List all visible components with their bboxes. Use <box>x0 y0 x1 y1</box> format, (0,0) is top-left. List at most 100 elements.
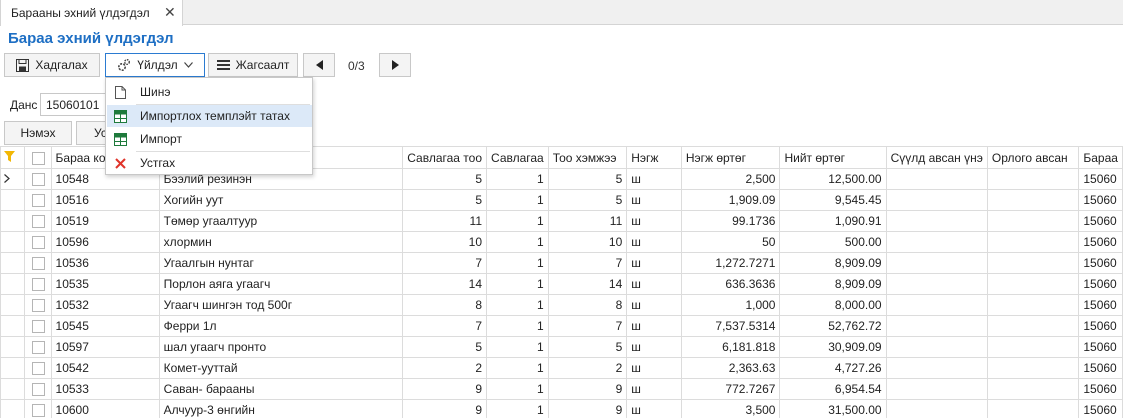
qty-cell[interactable]: 5 <box>547 336 628 358</box>
row-select-cell[interactable] <box>24 378 52 400</box>
pack-qty-cell[interactable]: 2 <box>402 357 488 379</box>
qty-cell[interactable]: 9 <box>547 399 628 418</box>
table-row[interactable]: 10519 Төмөр угаалтуур 11 1 11 ш 99.1736 1,090.9… <box>0 210 1123 232</box>
unit-cell[interactable]: ш <box>626 273 682 295</box>
income-cell[interactable] <box>986 252 1080 274</box>
last-price-cell[interactable] <box>885 231 988 253</box>
row-checkbox[interactable] <box>31 362 45 376</box>
row-select-cell[interactable] <box>24 294 52 316</box>
total-cost-cell[interactable]: 6,954.54 <box>779 378 887 400</box>
name-cell[interactable]: Угаалгын нунтаг <box>158 252 404 274</box>
unit-cost-cell[interactable]: 50 <box>680 231 781 253</box>
table-row[interactable]: 10536 Угаалгын нунтаг 7 1 7 ш 1,272.7271 8,909.… <box>0 252 1123 274</box>
last-price-cell[interactable] <box>885 189 988 211</box>
column-header-unit[interactable]: Нэгж <box>626 146 682 169</box>
unit-cost-cell[interactable]: 6,181.818 <box>680 336 781 358</box>
total-cost-cell[interactable]: 8,909.09 <box>779 273 887 295</box>
code-cell[interactable]: 10542 <box>50 357 160 379</box>
name-cell[interactable]: Комет-ууттай <box>158 357 404 379</box>
pack-cell[interactable]: 1 <box>486 231 549 253</box>
column-header-account[interactable]: Бараа <box>1078 146 1123 169</box>
unit-cost-cell[interactable]: 3,500 <box>680 399 781 418</box>
pack-qty-cell[interactable]: 11 <box>402 210 488 232</box>
table-row[interactable]: 10545 Ферри 1л 7 1 7 ш 7,537.5314 52,762.72 1506… <box>0 315 1123 337</box>
table-row[interactable]: 10542 Комет-ууттай 2 1 2 ш 2,363.63 4,727.26 150… <box>0 357 1123 379</box>
income-cell[interactable] <box>986 357 1080 379</box>
row-checkbox[interactable] <box>31 278 45 292</box>
account-cell[interactable]: 15060 <box>1078 168 1123 190</box>
unit-cell[interactable]: ш <box>626 210 682 232</box>
table-row[interactable]: 10597 шал угаагч пронто 5 1 5 ш 6,181.818 30,90… <box>0 336 1123 358</box>
unit-cell[interactable]: ш <box>626 357 682 379</box>
row-checkbox[interactable] <box>31 173 45 187</box>
row-checkbox[interactable] <box>31 404 45 418</box>
unit-cost-cell[interactable]: 1,272.7271 <box>680 252 781 274</box>
pack-cell[interactable]: 1 <box>486 315 549 337</box>
total-cost-cell[interactable]: 30,909.09 <box>779 336 887 358</box>
name-cell[interactable]: Хогийн уут <box>158 189 404 211</box>
account-cell[interactable]: 15060 <box>1078 357 1123 379</box>
last-price-cell[interactable] <box>885 252 988 274</box>
pack-cell[interactable]: 1 <box>486 399 549 418</box>
pack-qty-cell[interactable]: 9 <box>402 378 488 400</box>
row-checkbox[interactable] <box>31 383 45 397</box>
unit-cell[interactable]: ш <box>626 378 682 400</box>
filter-column-header[interactable] <box>0 146 26 169</box>
row-checkbox[interactable] <box>31 257 45 271</box>
menu-item-delete[interactable]: Устгах <box>107 152 312 174</box>
pack-cell[interactable]: 1 <box>486 273 549 295</box>
qty-cell[interactable]: 14 <box>547 273 628 295</box>
total-cost-cell[interactable]: 1,090.91 <box>779 210 887 232</box>
total-cost-cell[interactable]: 8,909.09 <box>779 252 887 274</box>
pack-qty-cell[interactable]: 9 <box>402 399 488 418</box>
income-cell[interactable] <box>986 315 1080 337</box>
code-cell[interactable]: 10597 <box>50 336 160 358</box>
unit-cost-cell[interactable]: 1,000 <box>680 294 781 316</box>
prev-page-button[interactable] <box>303 53 335 77</box>
code-cell[interactable]: 10545 <box>50 315 160 337</box>
total-cost-cell[interactable]: 31,500.00 <box>779 399 887 418</box>
table-row[interactable]: 10533 Саван- барааны 9 1 9 ш 772.7267 6,954.54 1… <box>0 378 1123 400</box>
pack-qty-cell[interactable]: 10 <box>402 231 488 253</box>
pack-cell[interactable]: 1 <box>486 189 549 211</box>
income-cell[interactable] <box>986 378 1080 400</box>
total-cost-cell[interactable]: 8,000.00 <box>779 294 887 316</box>
column-header-qty[interactable]: Тоо хэмжээ <box>547 146 628 169</box>
menu-item-import[interactable]: Импорт <box>107 128 312 150</box>
save-button[interactable]: Хадгалах <box>4 53 100 77</box>
row-select-cell[interactable] <box>24 252 52 274</box>
row-checkbox[interactable] <box>31 341 45 355</box>
last-price-cell[interactable] <box>885 357 988 379</box>
name-cell[interactable]: Угаагч шингэн тод 500г <box>158 294 404 316</box>
name-cell[interactable]: хлормин <box>158 231 404 253</box>
name-cell[interactable]: Саван- барааны <box>158 378 404 400</box>
column-header-unit-cost[interactable]: Нэгж өртөг <box>680 146 781 169</box>
account-cell[interactable]: 15060 <box>1078 399 1123 418</box>
income-cell[interactable] <box>986 273 1080 295</box>
pack-cell[interactable]: 1 <box>486 210 549 232</box>
table-row[interactable]: 10535 Порлон аяга угаагч 14 1 14 ш 636.3636 8,9… <box>0 273 1123 295</box>
tab-opening-balance[interactable]: Барааны эхний үлдэгдэл ✕ <box>0 0 183 26</box>
account-cell[interactable]: 15060 <box>1078 378 1123 400</box>
filter-icon[interactable] <box>4 150 15 165</box>
last-price-cell[interactable] <box>885 315 988 337</box>
row-select-cell[interactable] <box>24 168 52 190</box>
code-cell[interactable]: 10536 <box>50 252 160 274</box>
pack-qty-cell[interactable]: 8 <box>402 294 488 316</box>
account-cell[interactable]: 15060 <box>1078 252 1123 274</box>
code-cell[interactable]: 10532 <box>50 294 160 316</box>
pack-qty-cell[interactable]: 5 <box>402 168 488 190</box>
income-cell[interactable] <box>986 231 1080 253</box>
last-price-cell[interactable] <box>885 336 988 358</box>
row-checkbox[interactable] <box>31 320 45 334</box>
name-cell[interactable]: Алчуур-3 өнгийн <box>158 399 404 418</box>
pack-cell[interactable]: 1 <box>486 168 549 190</box>
pack-cell[interactable]: 1 <box>486 294 549 316</box>
next-page-button[interactable] <box>379 53 411 77</box>
unit-cost-cell[interactable]: 772.7267 <box>680 378 781 400</box>
last-price-cell[interactable] <box>885 294 988 316</box>
row-checkbox[interactable] <box>31 194 45 208</box>
account-cell[interactable]: 15060 <box>1078 336 1123 358</box>
column-header-total-cost[interactable]: Нийт өртөг <box>779 146 887 169</box>
last-price-cell[interactable] <box>885 273 988 295</box>
